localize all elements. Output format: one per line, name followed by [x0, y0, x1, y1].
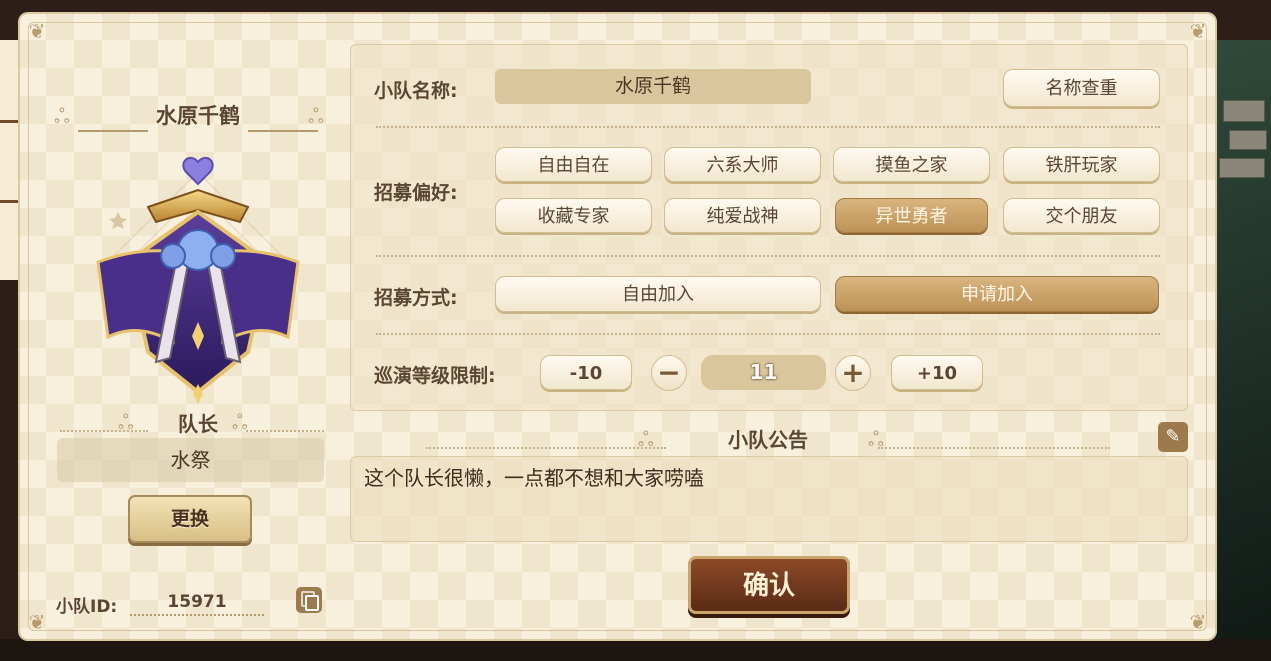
corner-ornament-icon: ❦: [28, 19, 46, 43]
swirl-ornament-icon: ஃ: [54, 104, 70, 128]
preference-label: 招募偏好:: [374, 182, 458, 204]
divider: [376, 255, 1160, 257]
swirl-ornament-icon: ஃ: [868, 427, 884, 451]
preference-option-selected[interactable]: 异世勇者: [835, 198, 988, 233]
level-limit-label: 巡演等级限制:: [374, 365, 496, 387]
divider: [878, 447, 1110, 449]
divider: [246, 430, 324, 432]
team-emblem-icon: [96, 156, 300, 404]
preference-option[interactable]: 纯爱战神: [664, 198, 821, 233]
divider: [376, 333, 1160, 335]
corner-ornament-icon: ❦: [1189, 610, 1207, 634]
confirm-button[interactable]: 确认: [688, 556, 850, 614]
team-name-label: 小队名称:: [374, 80, 458, 102]
preference-option[interactable]: 摸鱼之家: [833, 147, 990, 182]
background-left-strip: [0, 40, 18, 280]
change-captain-button[interactable]: 更换: [128, 495, 252, 543]
notice-text: 这个队长很懒，一点都不想和大家唠嗑: [364, 466, 704, 490]
swirl-ornament-icon: ஃ: [638, 427, 654, 451]
background-right-scenery: [1215, 40, 1271, 661]
captain-label: 队长: [178, 412, 218, 436]
divider: [78, 130, 148, 132]
method-apply-join[interactable]: 申请加入: [835, 276, 1159, 312]
edit-pencil-icon[interactable]: ✎: [1158, 422, 1188, 452]
team-id-value: 15971: [130, 592, 264, 616]
captain-name: 水祭: [57, 438, 324, 482]
preference-option[interactable]: 交个朋友: [1003, 198, 1160, 233]
swirl-ornament-icon: ஃ: [232, 410, 248, 434]
check-name-button[interactable]: 名称查重: [1003, 69, 1160, 107]
background-bottom-strip: [0, 639, 1271, 661]
team-display-name: 水原千鹤: [156, 104, 240, 128]
copy-icon[interactable]: [296, 587, 322, 613]
corner-ornament-icon: ❦: [1189, 19, 1207, 43]
team-settings-panel: ❦ ❦ ❦ ❦ ஃ 水原千鹤 ஃ ஃ 队长 ஃ 水祭 更换 小队ID: 1597…: [18, 12, 1217, 641]
divider: [376, 126, 1160, 128]
corner-ornament-icon: ❦: [28, 610, 46, 634]
notice-title: 小队公告: [728, 428, 808, 452]
preference-option[interactable]: 收藏专家: [495, 198, 652, 233]
level-minus-10-button[interactable]: -10: [540, 355, 632, 390]
team-id-label: 小队ID:: [56, 597, 118, 617]
preference-option[interactable]: 铁肝玩家: [1003, 147, 1160, 182]
method-free-join[interactable]: 自由加入: [495, 276, 821, 312]
preference-option[interactable]: 自由自在: [495, 147, 652, 182]
team-name-field[interactable]: 水原千鹤: [495, 69, 811, 104]
level-plus-10-button[interactable]: +10: [891, 355, 983, 390]
divider: [426, 447, 666, 449]
preference-option[interactable]: 六系大师: [664, 147, 821, 182]
swirl-ornament-icon: ஃ: [308, 104, 324, 128]
plus-icon[interactable]: +: [835, 355, 871, 391]
method-label: 招募方式:: [374, 287, 458, 309]
level-value[interactable]: 11: [701, 355, 826, 390]
minus-icon[interactable]: −: [651, 355, 687, 391]
